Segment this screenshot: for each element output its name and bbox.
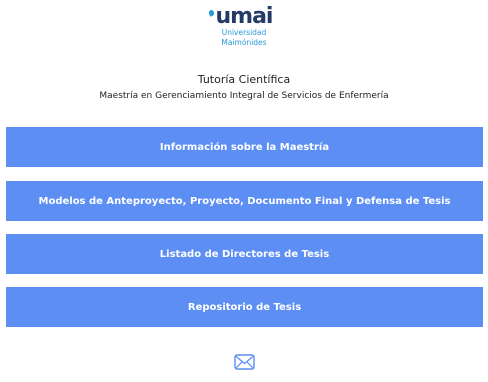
page: umai Universidad Maimónides Tutoría Cien… bbox=[0, 0, 488, 382]
repositorio-tesis-button[interactable]: Repositorio de Tesis bbox=[6, 287, 483, 327]
mail-icon[interactable] bbox=[234, 354, 255, 370]
logo-name-line: Maimónides bbox=[221, 37, 267, 47]
modelos-tesis-button-label: Modelos de Anteproyecto, Proyecto, Docum… bbox=[38, 195, 451, 207]
info-maestria-button[interactable]: Información sobre la Maestría bbox=[6, 127, 483, 167]
info-maestria-button-label: Información sobre la Maestría bbox=[159, 141, 330, 153]
logo-wordmark-text: umai bbox=[215, 4, 274, 29]
logo-accent-mark bbox=[207, 9, 215, 17]
university-logo[interactable]: umai Universidad Maimónides bbox=[0, 6, 488, 47]
page-title: Tutoría Científica bbox=[197, 73, 291, 86]
logo-wordmark: umai bbox=[207, 4, 274, 29]
modelos-tesis-button[interactable]: Modelos de Anteproyecto, Proyecto, Docum… bbox=[6, 181, 483, 221]
page-subtitle: Maestría en Gerenciamiento Integral de S… bbox=[99, 91, 389, 101]
directores-tesis-button[interactable]: Listado de Directores de Tesis bbox=[6, 234, 483, 274]
repositorio-tesis-button-label: Repositorio de Tesis bbox=[187, 301, 302, 313]
directores-tesis-button-label: Listado de Directores de Tesis bbox=[159, 248, 330, 260]
logo-university-line: Universidad bbox=[221, 28, 267, 37]
